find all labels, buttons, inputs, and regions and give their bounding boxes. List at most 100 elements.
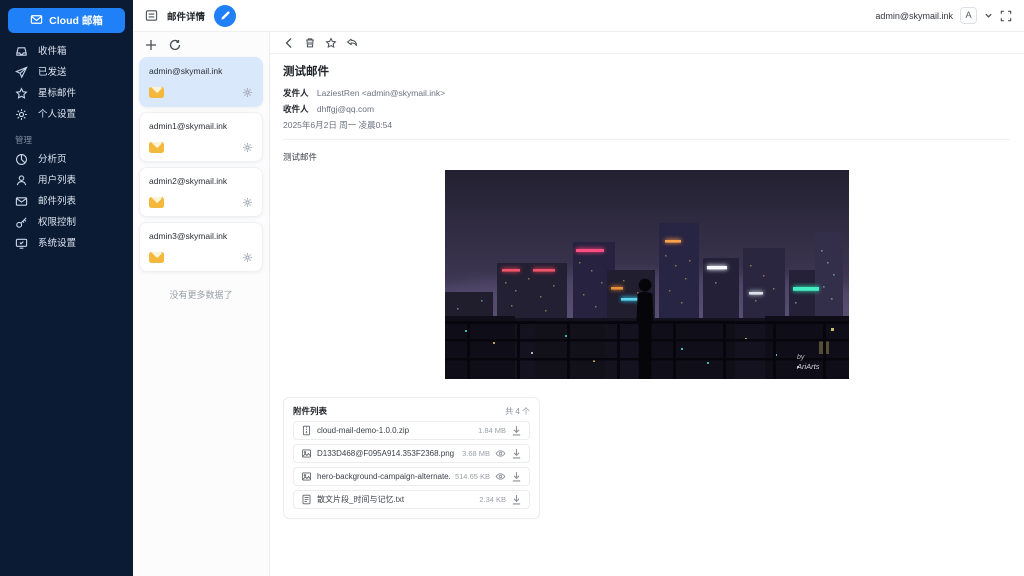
add-account-icon[interactable] [145,39,157,51]
account-card[interactable]: admin2@skymail.ink [139,167,263,217]
account-card[interactable]: admin@skymail.ink [139,57,263,107]
preview-eye-icon[interactable] [495,471,506,482]
mailbox-icon [149,142,164,153]
panel-header: 邮件详情 [145,5,236,27]
account-card[interactable]: admin3@skymail.ink [139,222,263,272]
attachment-name: 散文片段_时间与记忆.txt [317,494,474,505]
mail-from-row: 发件人 LaziestRen <admin@skymail.ink> [283,87,1010,99]
mailbox-icon [149,252,164,263]
from-label: 发件人 [283,88,309,98]
download-icon[interactable] [511,471,522,482]
mailbox-icon [149,197,164,208]
to-label: 收件人 [283,104,309,114]
zip-file-icon [301,425,312,436]
sidebar-item-sent[interactable]: 已发送 [0,62,133,83]
mail-title: 测试邮件 [283,63,1010,79]
system-settings-icon [15,237,28,250]
logo-button[interactable]: Cloud 邮箱 [8,8,125,33]
sidebar-item-label: 分析页 [38,153,67,166]
chevron-down-icon[interactable] [984,11,993,20]
watermark-name: AriArts [796,362,820,371]
from-value: LaziestRen <admin@skymail.ink> [317,88,445,98]
account-email: admin2@skymail.ink [149,176,253,186]
content-row: admin@skymail.ink admin1@skymail.ink [133,32,1024,576]
mail-to-row: 收件人 dhffgj@qq.com [283,103,1010,115]
mail-content: 测试邮件 发件人 LaziestRen <admin@skymail.ink> … [270,54,1024,576]
mail-list-icon [15,195,28,208]
account-list: admin@skymail.ink admin1@skymail.ink [133,57,269,277]
download-icon[interactable] [511,448,522,459]
sidebar-item-label: 用户列表 [38,174,76,187]
account-settings-icon[interactable] [242,87,253,98]
account-email: admin1@skymail.ink [149,121,253,131]
sidebar-item-label: 已发送 [38,66,67,79]
user-area: admin@skymail.ink A [875,7,1012,24]
watermark-by: by [797,354,805,361]
pie-chart-icon [15,153,28,166]
send-icon [15,66,28,79]
user-email: admin@skymail.ink [875,11,953,21]
mail-body-text: 测试邮件 [283,151,1010,163]
sidebar-item-user-list[interactable]: 用户列表 [0,170,133,191]
attachment-row[interactable]: cloud-mail-demo-1.0.0.zip 1.84 MB [293,421,530,440]
panel-title: 邮件详情 [167,9,205,23]
account-settings-icon[interactable] [242,142,253,153]
reply-icon[interactable] [346,37,358,49]
account-email: admin3@skymail.ink [149,231,253,241]
sidebar-item-system-settings[interactable]: 系统设置 [0,233,133,254]
sidebar-item-personal-settings[interactable]: 个人设置 [0,104,133,125]
sidebar-nav: 收件箱 已发送 星标邮件 个人设置 管理 分析页 用户列表 [0,41,133,254]
fullscreen-icon[interactable] [1000,10,1012,22]
account-email: admin@skymail.ink [149,66,253,76]
sidebar-item-inbox[interactable]: 收件箱 [0,41,133,62]
inbox-icon [15,45,28,58]
sidebar-item-permissions[interactable]: 权限控制 [0,212,133,233]
attachment-row[interactable]: D133D468@F095A914.353F2368.png 3.68 MB [293,444,530,463]
preview-eye-icon[interactable] [495,448,506,459]
avatar[interactable]: A [960,7,977,24]
sidebar-item-label: 系统设置 [38,237,76,250]
star-icon [15,87,28,100]
attachment-size: 3.68 MB [462,449,490,458]
attachment-name: cloud-mail-demo-1.0.0.zip [317,426,473,435]
image-file-icon [301,448,312,459]
image-file-icon [301,471,312,482]
attachment-row[interactable]: 散文片段_时间与记忆.txt 2.34 KB [293,490,530,509]
sidebar-item-label: 权限控制 [38,216,76,229]
account-card[interactable]: admin1@skymail.ink [139,112,263,162]
account-column: admin@skymail.ink admin1@skymail.ink [133,32,270,576]
attachment-row[interactable]: hero-background-campaign-alternate.png 5… [293,467,530,486]
collapse-list-icon[interactable] [145,9,158,22]
account-toolbar [133,32,269,57]
attachment-panel: 附件列表 共 4 个 cloud-mail-demo-1.0.0.zip 1.8… [283,397,540,519]
download-icon[interactable] [511,494,522,505]
sidebar-item-analytics[interactable]: 分析页 [0,149,133,170]
user-icon [15,174,28,187]
mailbox-icon [149,87,164,98]
sidebar-item-label: 个人设置 [38,108,76,121]
text-file-icon [301,494,312,505]
person-silhouette [636,279,653,379]
back-icon[interactable] [283,37,295,49]
sidebar-item-starred[interactable]: 星标邮件 [0,83,133,104]
compose-button[interactable] [214,5,236,27]
account-settings-icon[interactable] [242,197,253,208]
envelope-icon [30,13,43,29]
star-icon[interactable] [325,37,337,49]
sidebar-item-mail-list[interactable]: 邮件列表 [0,191,133,212]
pencil-icon [220,10,231,21]
city-night-image: by AriArts [445,170,849,379]
attachment-name: hero-background-campaign-alternate.png [317,472,450,481]
sidebar-item-label: 星标邮件 [38,87,76,100]
mail-toolbar [270,32,1024,54]
download-icon[interactable] [511,425,522,436]
trash-icon[interactable] [304,37,316,49]
mail-detail-pane: 测试邮件 发件人 LaziestRen <admin@skymail.ink> … [270,32,1024,576]
refresh-icon[interactable] [169,39,181,51]
mail-date: 2025年6月2日 周一 凌晨0:54 [283,119,1010,131]
attachment-count: 共 4 个 [505,406,530,417]
sidebar-section-label: 管理 [0,125,133,149]
attachment-header: 附件列表 共 4 个 [293,405,530,417]
account-settings-icon[interactable] [242,252,253,263]
sidebar-item-label: 邮件列表 [38,195,76,208]
